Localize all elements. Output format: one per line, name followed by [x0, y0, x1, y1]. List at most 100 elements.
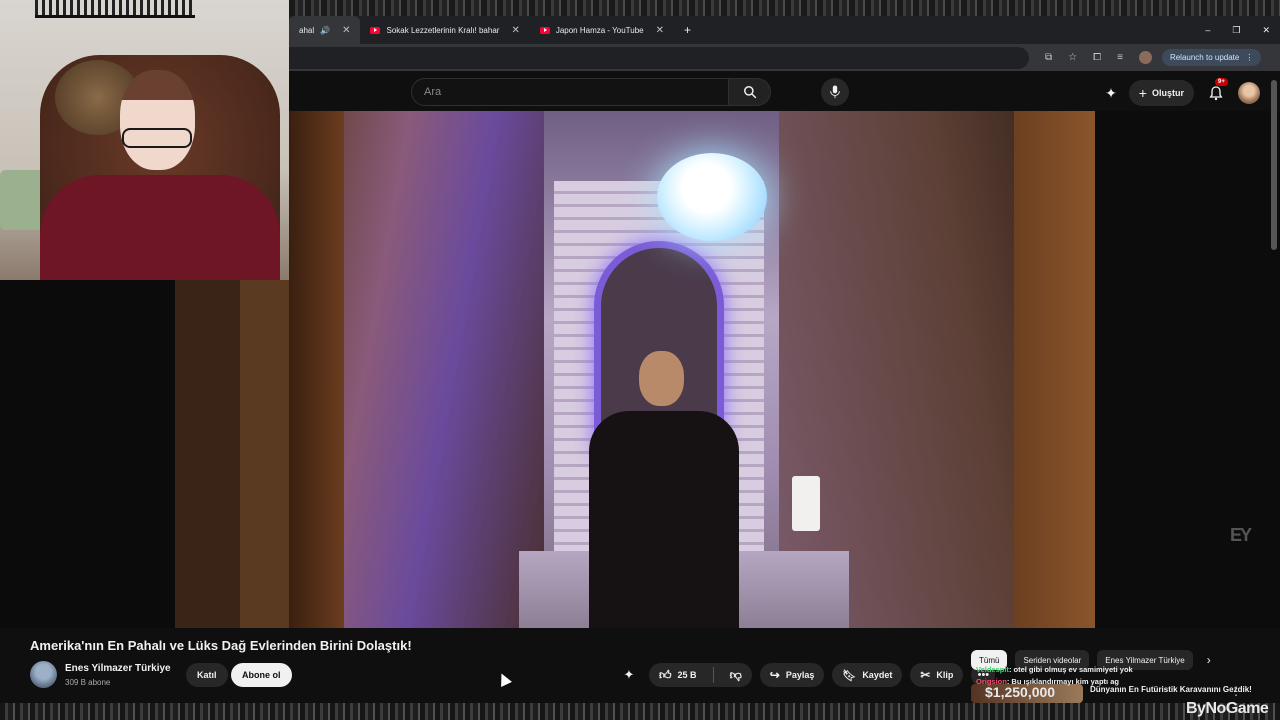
mouse-cursor-icon: [496, 671, 512, 687]
video-title: Amerika'nın En Pahalı ve Lüks Dağ Evleri…: [30, 638, 412, 653]
share-label: Paylaş: [785, 670, 815, 680]
subscriber-count: 309 B abone: [65, 678, 111, 687]
relaunch-button[interactable]: Relaunch to update ⋮: [1161, 49, 1262, 66]
webcam-overlay: [0, 0, 289, 280]
join-button[interactable]: Katıl: [186, 663, 228, 687]
share-button[interactable]: ↪ Paylaş: [759, 663, 825, 687]
like-button[interactable]: 👍︎ 25 B: [649, 663, 707, 687]
profile-avatar[interactable]: [1138, 51, 1152, 64]
chat-message: Veldespit: otel gibi olmuş ev samimiyeti…: [976, 664, 1206, 676]
microphone-icon: [830, 85, 840, 99]
channel-avatar[interactable]: [30, 661, 57, 688]
webcam-streamer-body: [40, 175, 280, 280]
relaunch-label: Relaunch to update: [1169, 53, 1240, 62]
ask-ai-button[interactable]: ✦: [617, 663, 641, 687]
thumbs-up-icon: 👍︎: [659, 667, 672, 682]
tab-label: Japon Hamza - YouTube: [555, 25, 644, 35]
scissors-icon: ✂: [920, 668, 931, 682]
video-scene-pendant-lamp: [657, 153, 767, 241]
webcam-streamer-head: [120, 70, 195, 170]
video-scene-door: [289, 111, 344, 628]
window-controls: – ❐ ✕: [1205, 25, 1280, 36]
thumbs-down-icon: 👎︎: [729, 667, 742, 682]
clip-button[interactable]: ✂ Klip: [910, 663, 964, 687]
sparkle-icon: ✦: [623, 667, 635, 682]
video-scene-person: [589, 351, 739, 628]
like-divider: [712, 667, 714, 683]
channel-watermark[interactable]: EY: [1230, 525, 1252, 546]
page-scrollbar[interactable]: [1271, 80, 1277, 250]
search-box: [411, 78, 771, 106]
person-head: [639, 351, 684, 406]
like-dislike-group: 👍︎ 25 B 👎︎: [649, 663, 752, 687]
search-icon: [743, 86, 756, 99]
create-label: Oluştur: [1151, 88, 1184, 98]
person-body: [589, 411, 739, 628]
address-bar[interactable]: [289, 46, 1029, 69]
tab-japon-hamza[interactable]: Japon Hamza - YouTube ✕: [530, 16, 674, 44]
video-player[interactable]: [289, 111, 1095, 628]
chat-text: : otel gibi olmuş ev samimiyeti yok: [1008, 665, 1133, 674]
chat-username: Veldespit: [976, 665, 1009, 674]
notification-badge: 9+: [1215, 78, 1228, 86]
webcam-glasses: [122, 128, 192, 148]
video-scene-towel: [792, 476, 820, 531]
new-tab-button[interactable]: +: [674, 16, 701, 44]
page-background-right: [1095, 111, 1280, 628]
save-label: Kaydet: [862, 670, 893, 680]
tab-close-icon[interactable]: ✕: [656, 25, 664, 36]
video-actions: ✦ 👍︎ 25 B 👎︎ ↪ Paylaş 🔖︎ Kaydet ✂ Klip •…: [617, 663, 996, 687]
chevron-right-icon[interactable]: ›: [1207, 653, 1211, 667]
bynogame-logo: ByNoGame: [1186, 700, 1269, 717]
bookmark-star-icon[interactable]: ☆: [1068, 52, 1077, 63]
chat-username: Origsion: [976, 677, 1007, 686]
chat-text: : Bu ışıklandırmayı kim yaptı ag: [1006, 677, 1119, 686]
share-arrow-icon: ↪: [769, 668, 780, 682]
subscribe-button[interactable]: Abone ol: [231, 663, 292, 687]
youtube-header: ✦ + Oluştur 9+: [289, 71, 1280, 111]
plus-icon: +: [1138, 85, 1147, 101]
channel-name[interactable]: Enes Yilmazer Türkiye: [65, 663, 171, 674]
extensions-icon[interactable]: ⧠: [1093, 52, 1101, 63]
webcam-lace-decor: [35, 0, 195, 18]
background-pattern-bottom: [0, 703, 1280, 720]
chat-message: Origsion: Bu ışıklandırmayı kim yaptı ag: [976, 676, 1206, 688]
save-button[interactable]: 🔖︎ Kaydet: [832, 663, 903, 687]
dislike-button[interactable]: 👎︎: [720, 663, 752, 687]
tab-close-icon[interactable]: ✕: [342, 25, 350, 36]
search-button[interactable]: [729, 78, 771, 106]
chat-overlay: Veldespit: otel gibi olmuş ev samimiyeti…: [976, 664, 1206, 688]
close-window-icon[interactable]: ✕: [1262, 25, 1270, 36]
tab-sokak-lezzetleri[interactable]: Sokak Lezzetlerinin Kralı! bahar ✕: [360, 16, 529, 44]
studio-icon[interactable]: ✦: [1105, 85, 1117, 102]
account-avatar[interactable]: [1238, 82, 1260, 104]
more-menu-icon: ⋮: [1245, 53, 1254, 62]
video-info: Amerika'nın En Pahalı ve Lüks Dağ Evleri…: [0, 628, 1280, 703]
tab-label: Sokak Lezzetlerinin Kralı! bahar: [386, 25, 500, 35]
header-actions: ✦ + Oluştur 9+: [1105, 78, 1260, 106]
voice-search-button[interactable]: [821, 78, 849, 106]
video-scene-door-right: [1014, 111, 1095, 628]
tab-label: ahal: [299, 25, 315, 35]
browser-tabstrip: ahal 🔊 ✕ Sokak Lezzetlerinin Kralı! baha…: [289, 16, 1280, 44]
notifications-button[interactable]: 9+: [1206, 78, 1228, 103]
minimize-icon[interactable]: –: [1205, 25, 1210, 36]
bell-icon: [1209, 86, 1223, 101]
create-button[interactable]: + Oluştur: [1128, 80, 1194, 106]
tab-close-icon[interactable]: ✕: [511, 25, 519, 36]
browser-toolbar: ⧉ ☆ ⧠ ≡ Relaunch to update ⋮: [289, 44, 1280, 71]
media-control-icon[interactable]: ≡: [1117, 52, 1123, 63]
youtube-favicon-icon: [539, 26, 550, 34]
like-count: 25 B: [677, 670, 697, 680]
install-app-icon[interactable]: ⧉: [1045, 52, 1052, 63]
restore-icon[interactable]: ❐: [1232, 25, 1240, 36]
speaker-icon[interactable]: 🔊: [320, 26, 330, 35]
page-background-left: [0, 280, 289, 630]
tab-active[interactable]: ahal 🔊 ✕: [289, 16, 361, 44]
screen: ahal 🔊 ✕ Sokak Lezzetlerinin Kralı! baha…: [0, 0, 1280, 720]
background-pattern-top: [289, 0, 1280, 16]
toolbar-icons: ⧉ ☆ ⧠ ≡: [1045, 51, 1152, 64]
next-video-menu-icon[interactable]: ⋮: [1230, 684, 1242, 698]
clip-label: Klip: [936, 670, 954, 680]
search-input[interactable]: [411, 78, 729, 106]
